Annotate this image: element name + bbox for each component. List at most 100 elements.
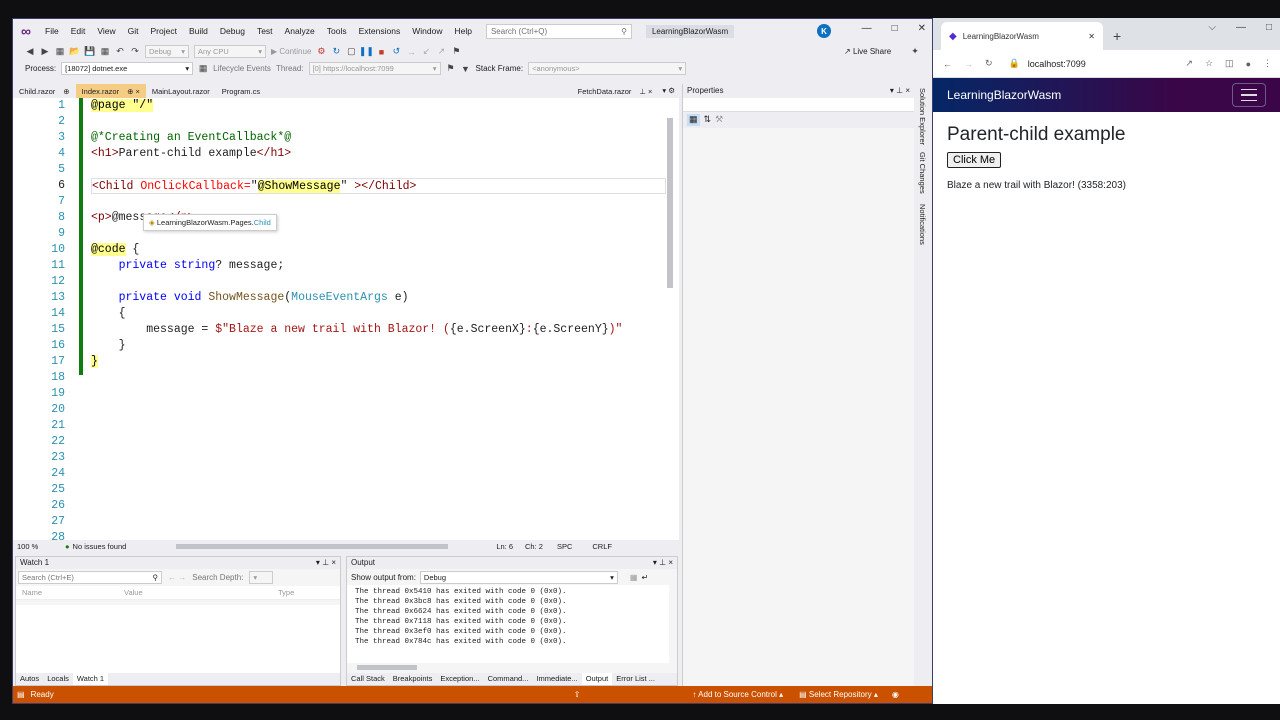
close-tab-icon[interactable]: ✕ (1088, 32, 1095, 41)
output-text[interactable]: The thread 0x5410 has exited with code 0… (347, 585, 669, 663)
pin-icon[interactable]: ✦ (910, 46, 920, 57)
bookmark-icon[interactable]: ⚑ (451, 46, 461, 57)
reload-icon[interactable]: ↻ (985, 58, 993, 69)
process-select[interactable]: [18072] dotnet.exe ▾ (61, 62, 194, 75)
star-icon[interactable]: ☆ (1205, 58, 1213, 69)
step-over-icon[interactable]: → (406, 47, 416, 57)
menu-view[interactable]: View (91, 26, 121, 36)
col-name[interactable]: Name (22, 588, 124, 597)
live-share-button[interactable]: ↗ Live Share (844, 47, 891, 56)
output-icon[interactable]: ▤ (17, 690, 25, 699)
tab-output[interactable]: Output (581, 673, 613, 685)
watch-grid[interactable] (16, 605, 340, 674)
save-icon[interactable]: 💾 (84, 46, 95, 57)
lifecycle-events[interactable]: Lifecycle Events (213, 64, 271, 73)
browser-tab[interactable]: ◆ LearningBlazorWasm ✕ (941, 22, 1103, 50)
step-into-icon[interactable]: ↙ (421, 46, 431, 57)
hot-reload-icon[interactable]: ⚙ (316, 46, 326, 57)
more-menu-icon[interactable]: ⋮ (1263, 58, 1272, 69)
notification-bell-icon[interactable]: ◉ (892, 690, 899, 699)
vertical-scrollbar[interactable] (667, 118, 673, 288)
chevron-down-icon[interactable]: ⌵ (1208, 22, 1216, 33)
menu-edit[interactable]: Edit (65, 26, 92, 36)
forward-icon[interactable]: → (964, 59, 973, 69)
notifications-tab[interactable]: Notifications (918, 204, 927, 245)
tab-locals[interactable]: Locals (43, 673, 73, 685)
clear-output-icon[interactable]: ▦ (630, 573, 638, 582)
menu-project[interactable]: Project (145, 26, 183, 36)
thread-select[interactable]: [0] https://localhost:7099 ▾ (308, 62, 441, 75)
tab-child-razor[interactable]: Child.razor ⊕ (13, 84, 76, 98)
issues-status[interactable]: No issues found (73, 542, 127, 551)
new-tab-icon[interactable]: + (1113, 28, 1121, 44)
watch-search-input[interactable]: Search (Ctrl+E) ⚲ (18, 571, 162, 584)
output-hscrollbar[interactable] (357, 665, 417, 670)
panel-controls-icon[interactable]: ▾ ⊥ × (653, 558, 673, 568)
platform-select[interactable]: Any CPU ▾ (194, 45, 266, 58)
tab-fetchdata-razor[interactable]: FetchData.razor ⊥ × (572, 84, 659, 98)
click-me-button[interactable]: Click Me (947, 152, 1002, 168)
visual-studio-logo-icon[interactable]: ∞ (13, 19, 39, 43)
menu-test[interactable]: Test (251, 26, 279, 36)
menu-debug[interactable]: Debug (214, 26, 251, 36)
continue-button[interactable]: ▶ Continue (271, 47, 311, 56)
minimize-icon[interactable]: — (862, 23, 872, 34)
menu-analyze[interactable]: Analyze (279, 26, 321, 36)
minimize-icon[interactable]: — (1236, 22, 1246, 33)
code-editor[interactable]: 1 2 3 4 5 6 7 8 9 10 11 12 13 14 15 16 17 18 19 20 21 22 23 24 2… (13, 98, 679, 546)
search-depth-select[interactable]: ▾ (249, 571, 274, 584)
forward-nav-icon[interactable]: ▶ (40, 46, 50, 57)
avatar[interactable]: K (817, 24, 831, 38)
maximize-icon[interactable]: □ (892, 23, 898, 34)
back-icon[interactable]: ← (943, 59, 952, 69)
source-control-button[interactable]: ↑ Add to Source Control ▴ (692, 690, 783, 699)
wrench-icon[interactable]: ⚒ (715, 114, 723, 126)
new-file-icon[interactable]: ▦ (55, 46, 65, 57)
redo-icon[interactable]: ↷ (130, 46, 140, 57)
url-field[interactable]: 🔒 localhost:7099 (1009, 58, 1169, 69)
pause-icon[interactable]: ❚❚ (359, 46, 374, 57)
tab-mainlayout-razor[interactable]: MainLayout.razor (146, 84, 216, 98)
undo-icon[interactable]: ↶ (115, 46, 125, 57)
pin-icon[interactable]: ⊕ (63, 87, 69, 96)
tab-breakpoints[interactable]: Breakpoints (389, 673, 437, 685)
menu-extensions[interactable]: Extensions (353, 26, 407, 36)
tab-call-stack[interactable]: Call Stack (347, 673, 389, 685)
filter-icon[interactable]: ▼ (461, 64, 471, 74)
share-icon[interactable]: ↗ (1185, 58, 1193, 69)
git-changes-tab[interactable]: Git Changes (918, 152, 927, 194)
profile-icon[interactable]: ● (1246, 59, 1251, 69)
browser-link-icon[interactable]: ▢ (346, 46, 356, 57)
tab-error-list[interactable]: Error List ... (612, 673, 659, 685)
flag-icon[interactable]: ⚑ (446, 63, 456, 74)
open-folder-icon[interactable]: 📂 (69, 46, 80, 57)
step-out-icon[interactable]: ↗ (436, 46, 446, 57)
menu-build[interactable]: Build (183, 26, 214, 36)
sidepanel-icon[interactable]: ◫ (1225, 58, 1234, 69)
menu-git[interactable]: Git (122, 26, 145, 36)
repository-button[interactable]: ▤ Select Repository ▴ (799, 690, 878, 699)
upload-icon[interactable]: ⇧ (574, 690, 581, 699)
navbar-brand[interactable]: LearningBlazorWasm (947, 88, 1061, 102)
properties-object-select[interactable] (683, 98, 914, 112)
menu-file[interactable]: File (39, 26, 65, 36)
navbar-toggler-icon[interactable] (1232, 83, 1266, 107)
menu-window[interactable]: Window (406, 26, 448, 36)
tab-watch1[interactable]: Watch 1 (72, 673, 109, 685)
pin-icon[interactable]: ⊥ × (639, 87, 652, 96)
refresh-icon[interactable]: ↻ (331, 46, 341, 57)
solution-explorer-tab[interactable]: Solution Explorer (918, 88, 927, 145)
maximize-icon[interactable]: □ (1266, 22, 1272, 33)
tab-command[interactable]: Command... (484, 673, 533, 685)
menu-help[interactable]: Help (448, 26, 477, 36)
tab-exceptions[interactable]: Exception... (436, 673, 483, 685)
restart-icon[interactable]: ↺ (391, 46, 401, 57)
close-icon[interactable]: ✕ (918, 23, 926, 34)
tab-overflow-icon[interactable]: ▾ ⚙ (658, 84, 679, 98)
zoom-level[interactable]: 100 % (13, 542, 65, 551)
pin-close-icon[interactable]: ⊕ × (127, 87, 140, 96)
arrow-icons[interactable]: ← → (168, 573, 186, 582)
tab-immediate[interactable]: Immediate... (532, 673, 581, 685)
panel-controls-icon[interactable]: ▾ ⊥ × (316, 558, 336, 568)
col-type[interactable]: Type (278, 588, 294, 597)
